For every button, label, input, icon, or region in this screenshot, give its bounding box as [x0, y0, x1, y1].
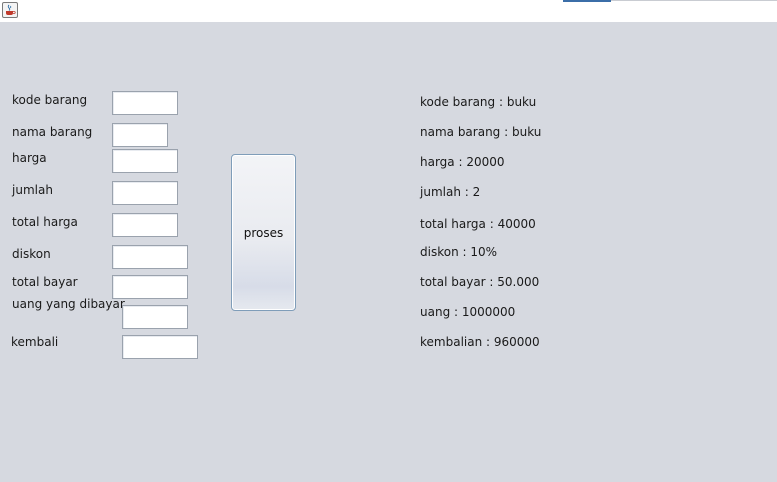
java-cup-icon[interactable] — [2, 2, 18, 18]
kembali-input[interactable] — [122, 335, 198, 359]
output-jumlah: jumlah : 2 — [420, 185, 481, 199]
total-harga-label: total harga — [12, 215, 78, 229]
title-divider-line — [611, 0, 777, 1]
total-bayar-input[interactable] — [112, 275, 188, 299]
output-kode-barang: kode barang : buku — [420, 95, 537, 109]
form-panel: kode barang nama barang harga jumlah tot… — [0, 22, 777, 482]
proses-button[interactable]: proses — [231, 154, 296, 311]
title-bar — [0, 0, 777, 22]
jumlah-label: jumlah — [12, 183, 53, 197]
nama-barang-label: nama barang — [12, 125, 93, 139]
kode-barang-label: kode barang — [12, 93, 88, 107]
jumlah-input[interactable] — [112, 181, 178, 205]
output-uang: uang : 1000000 — [420, 305, 516, 319]
output-nama-barang: nama barang : buku — [420, 125, 542, 139]
kode-barang-input[interactable] — [112, 91, 178, 115]
total-harga-input[interactable] — [112, 213, 178, 237]
diskon-input[interactable] — [112, 245, 188, 269]
harga-label: harga — [12, 151, 47, 165]
nama-barang-input[interactable] — [112, 123, 168, 147]
output-kembalian: kembalian : 960000 — [420, 335, 540, 349]
output-total-bayar: total bayar : 50.000 — [420, 275, 540, 289]
output-total-harga: total harga : 40000 — [420, 217, 536, 231]
harga-input[interactable] — [112, 149, 178, 173]
output-diskon: diskon : 10% — [420, 245, 498, 259]
uang-dibayar-label: uang yang dibayar — [12, 297, 125, 311]
diskon-label: diskon — [12, 247, 51, 261]
uang-dibayar-input[interactable] — [122, 305, 188, 329]
output-harga: harga : 20000 — [420, 155, 505, 169]
title-accent-line — [563, 0, 611, 2]
kembali-label: kembali — [11, 335, 59, 349]
total-bayar-label: total bayar — [12, 275, 78, 289]
